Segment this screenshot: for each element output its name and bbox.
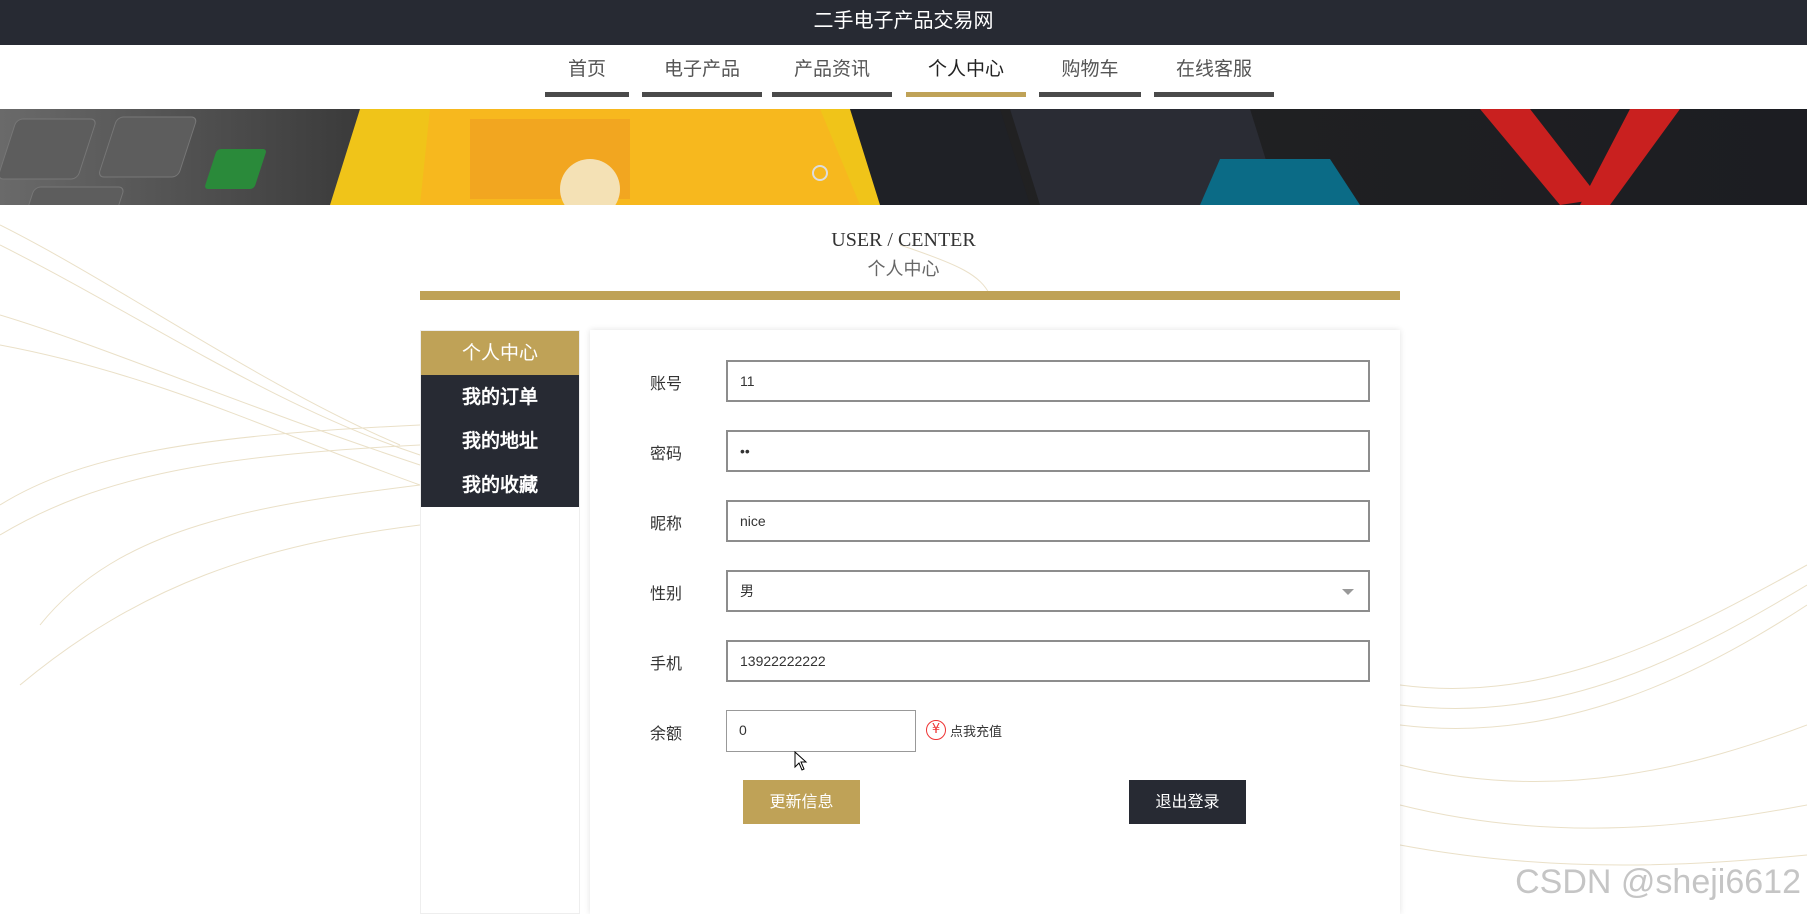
account-field[interactable]: 11	[726, 360, 1370, 402]
gender-select[interactable]: 男	[726, 570, 1370, 612]
user-sidebar: 个人中心 我的订单 我的地址 我的收藏	[420, 330, 580, 914]
password-field[interactable]: ••	[726, 430, 1370, 472]
nav-cart[interactable]: 购物车	[1039, 57, 1141, 97]
account-label: 账号	[650, 374, 683, 393]
password-label: 密码	[650, 444, 683, 463]
nav-underline	[545, 92, 629, 97]
nav-news[interactable]: 产品资讯	[772, 57, 892, 97]
nav-label: 购物车	[1061, 58, 1119, 80]
hero-banner-image	[0, 109, 1807, 205]
nav-underline	[1154, 92, 1274, 97]
yen-icon: ¥	[926, 720, 946, 740]
recharge-link[interactable]: ¥ 点我充值	[926, 720, 1002, 740]
nickname-row: 昵称 nice	[590, 500, 1400, 542]
section-divider	[420, 291, 1400, 300]
section-title-en: USER / CENTER	[831, 229, 976, 251]
chevron-down-icon	[1342, 589, 1354, 595]
nickname-label: 昵称	[650, 514, 683, 533]
nav-label: 个人中心	[927, 58, 1004, 80]
sidebar-item-my-favorites[interactable]: 我的收藏	[421, 463, 579, 507]
account-row: 账号 11	[590, 360, 1400, 402]
recharge-label: 点我充值	[950, 724, 1003, 740]
nav-label: 在线客服	[1175, 58, 1252, 80]
nav-home[interactable]: 首页	[545, 57, 629, 97]
nav-label: 电子产品	[663, 58, 740, 80]
main-nav: 首页 电子产品 产品资讯 个人中心 购物车 在线客服	[0, 45, 1807, 109]
nav-support[interactable]: 在线客服	[1154, 57, 1274, 97]
site-title: 二手电子产品交易网	[813, 8, 994, 32]
phone-field[interactable]: 13922222222	[726, 640, 1370, 682]
password-row: 密码 ••	[590, 430, 1400, 472]
mouse-cursor-icon	[794, 751, 808, 771]
gender-select-value: 男	[740, 583, 754, 599]
gender-row: 性别 男	[590, 570, 1400, 612]
nav-underline	[1039, 92, 1141, 97]
balance-label: 余额	[650, 724, 683, 743]
nav-label: 首页	[567, 58, 606, 80]
nav-underline	[906, 92, 1026, 97]
banner-illustration	[0, 109, 1807, 205]
user-info-form: 账号 11 密码 •• 昵称 nice 性别 男 手机 13922222222 …	[590, 330, 1400, 914]
watermark: CSDN @sheji6612	[1515, 863, 1801, 901]
nav-underline	[772, 92, 892, 97]
sidebar-item-my-address[interactable]: 我的地址	[421, 419, 579, 463]
gender-label: 性别	[650, 584, 683, 603]
balance-field: 0	[726, 710, 916, 752]
sidebar-item-my-orders[interactable]: 我的订单	[421, 375, 579, 419]
nav-underline	[642, 92, 762, 97]
logout-button[interactable]: 退出登录	[1129, 780, 1246, 824]
sidebar-item-user-center[interactable]: 个人中心	[421, 331, 579, 375]
site-header: 二手电子产品交易网	[0, 0, 1807, 45]
section-title-cn: 个人中心	[867, 259, 940, 280]
phone-row: 手机 13922222222	[590, 640, 1400, 682]
phone-label: 手机	[650, 654, 683, 673]
nav-label: 产品资讯	[793, 58, 870, 80]
balance-row: 余额 0 ¥ 点我充值	[590, 710, 1400, 752]
nickname-field[interactable]: nice	[726, 500, 1370, 542]
nav-user-center[interactable]: 个人中心	[906, 57, 1026, 97]
nav-electronics[interactable]: 电子产品	[642, 57, 762, 97]
update-info-button[interactable]: 更新信息	[743, 780, 860, 824]
